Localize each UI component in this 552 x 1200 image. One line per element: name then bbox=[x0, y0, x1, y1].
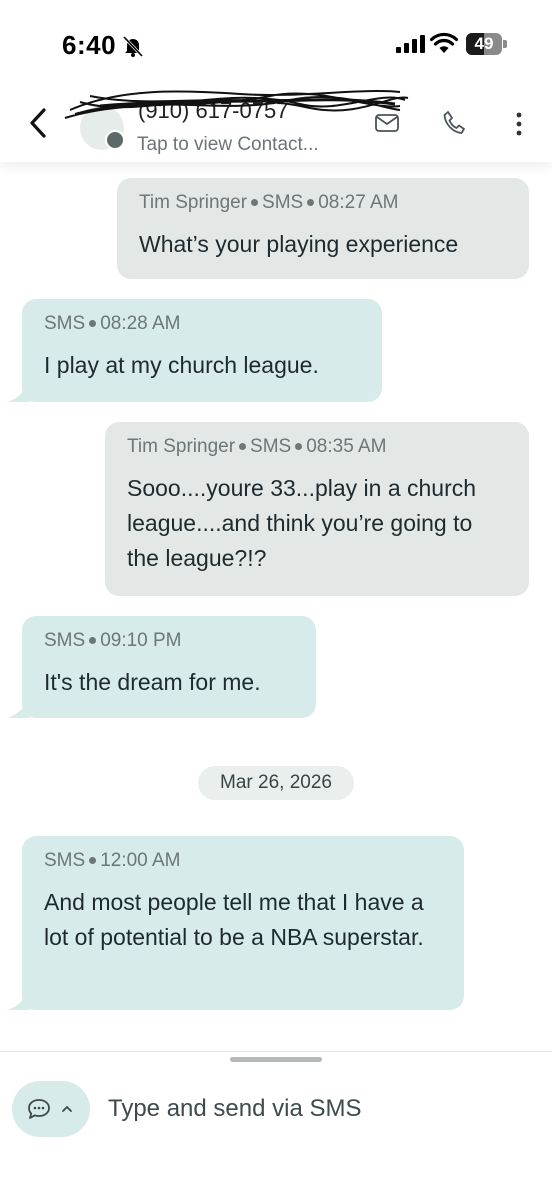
separator-dot bbox=[89, 320, 97, 328]
bell-slash-icon bbox=[122, 35, 144, 57]
message-channel: SMS bbox=[44, 313, 86, 334]
separator-dot bbox=[307, 199, 315, 207]
message-meta: SMS 09:10 PM bbox=[44, 629, 294, 653]
message-bubble-incoming[interactable]: SMS 09:10 PM It's the dream for me. bbox=[22, 616, 316, 718]
battery-icon: 49 bbox=[466, 33, 508, 55]
redaction-scribble bbox=[64, 90, 409, 119]
wifi-icon bbox=[430, 32, 458, 53]
more-options-icon[interactable] bbox=[512, 110, 526, 138]
message-meta: SMS 08:28 AM bbox=[44, 312, 360, 336]
separator-dot bbox=[89, 857, 97, 865]
sender-name: Tim Springer bbox=[127, 436, 236, 457]
message-input[interactable] bbox=[108, 1091, 528, 1127]
back-button[interactable] bbox=[24, 106, 54, 140]
message-meta: Tim Springer SMS 08:35 AM bbox=[127, 435, 507, 459]
message-meta: Tim Springer SMS 08:27 AM bbox=[139, 191, 507, 215]
sender-name: Tim Springer bbox=[139, 192, 248, 213]
separator-dot bbox=[251, 199, 259, 207]
message-text: Sooo....youre 33...play in a church leag… bbox=[127, 475, 477, 571]
phone-icon[interactable] bbox=[442, 110, 466, 136]
message-channel: SMS bbox=[262, 192, 304, 213]
message-bubble-incoming[interactable]: SMS 12:00 AM And most people tell me that… bbox=[22, 836, 464, 1010]
message-time: 08:35 AM bbox=[306, 436, 387, 457]
channel-selector-button[interactable] bbox=[12, 1081, 90, 1137]
message-time: 12:00 AM bbox=[100, 850, 181, 871]
separator-dot bbox=[239, 443, 247, 451]
status-time: 6:40 bbox=[62, 30, 117, 60]
drag-handle[interactable] bbox=[230, 1057, 322, 1062]
message-bubble-incoming[interactable]: SMS 08:28 AM I play at my church league. bbox=[22, 299, 382, 402]
separator-dot bbox=[89, 637, 97, 645]
battery-level: 49 bbox=[474, 34, 494, 53]
status-bar: 6:40 49 bbox=[0, 0, 552, 90]
message-time: 08:28 AM bbox=[100, 313, 181, 334]
message-text: I play at my church league. bbox=[44, 352, 319, 378]
message-bubble-outgoing[interactable]: Tim Springer SMS 08:27 AM What’s your play… bbox=[117, 178, 529, 279]
message-time: 09:10 PM bbox=[100, 630, 182, 651]
cellular-signal-icon bbox=[396, 35, 425, 53]
date-separator: Mar 26, 2026 bbox=[198, 766, 354, 800]
message-text: And most people tell me that I have a lo… bbox=[44, 889, 424, 950]
composer-divider bbox=[0, 1051, 552, 1052]
tap-to-view-contact[interactable]: Tap to view Contact... bbox=[137, 134, 319, 156]
message-channel: SMS bbox=[44, 630, 86, 651]
message-channel: SMS bbox=[250, 436, 292, 457]
chat-bubble-icon bbox=[28, 1099, 50, 1119]
message-meta: SMS 12:00 AM bbox=[44, 849, 442, 873]
message-text: What’s your playing experience bbox=[139, 231, 459, 257]
email-icon[interactable] bbox=[374, 112, 400, 134]
message-time: 08:27 AM bbox=[318, 192, 399, 213]
separator-dot bbox=[295, 443, 303, 451]
conversation-screen: 6:40 49 (910) 617-0757 Tap to view Conta… bbox=[0, 0, 552, 1200]
conversation-header: (910) 617-0757 Tap to view Contact... bbox=[0, 90, 552, 162]
message-bubble-outgoing[interactable]: Tim Springer SMS 08:35 AM Sooo....youre 33… bbox=[105, 422, 529, 596]
message-text: It's the dream for me. bbox=[44, 669, 261, 695]
message-channel: SMS bbox=[44, 850, 86, 871]
chevron-up-icon bbox=[62, 1106, 72, 1112]
